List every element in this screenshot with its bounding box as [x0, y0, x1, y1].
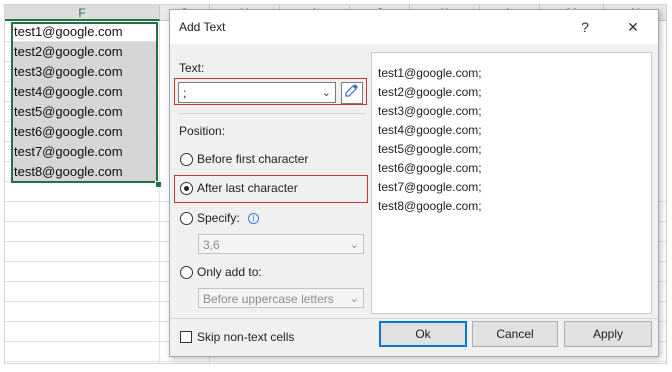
radio-specify[interactable] — [180, 212, 193, 225]
preview-line: test2@google.com; — [378, 85, 482, 99]
preview-pane: test1@google.com; test2@google.com; test… — [371, 52, 652, 314]
preview-line: test4@google.com; — [378, 123, 482, 137]
preview-line: test8@google.com; — [378, 199, 482, 213]
specify-input[interactable]: 3,6 ⌄ — [198, 234, 364, 254]
option-only-label[interactable]: Only add to: — [197, 265, 262, 279]
ok-button[interactable]: Ok — [379, 321, 467, 347]
radio-after[interactable] — [180, 182, 193, 195]
preview-line: test7@google.com; — [378, 180, 482, 194]
cancel-button[interactable]: Cancel — [472, 321, 558, 347]
preview-line: test3@google.com; — [378, 104, 482, 118]
separator — [178, 113, 366, 114]
eyedropper-button[interactable] — [341, 82, 363, 104]
preview-line: test5@google.com; — [378, 142, 482, 156]
preview-line: test6@google.com; — [378, 161, 482, 175]
separator — [170, 318, 658, 319]
specify-value: 3,6 — [203, 238, 220, 252]
skip-non-text-label[interactable]: Skip non-text cells — [197, 330, 294, 344]
option-before-label[interactable]: Before first character — [197, 152, 308, 166]
chevron-down-icon[interactable]: ⌄ — [322, 83, 331, 103]
only-add-select[interactable]: Before uppercase letters ⌄ — [198, 288, 364, 308]
preview-line: test1@google.com; — [378, 66, 482, 80]
text-input-value: ; — [183, 86, 187, 100]
text-input[interactable]: ; ⌄ — [178, 82, 336, 103]
dialog-titlebar[interactable]: Add Text ? ✕ — [170, 10, 658, 44]
fill-handle[interactable] — [155, 181, 162, 188]
chevron-down-icon[interactable]: ⌄ — [350, 235, 359, 255]
position-label: Position: — [179, 124, 226, 138]
chevron-down-icon[interactable]: ⌄ — [350, 289, 359, 309]
selection-border — [11, 22, 158, 183]
dialog-title: Add Text — [179, 20, 226, 34]
skip-non-text-checkbox[interactable] — [180, 331, 192, 343]
info-icon[interactable]: i — [248, 213, 259, 224]
eyedropper-icon — [345, 84, 358, 97]
radio-only[interactable] — [180, 266, 193, 279]
only-add-value: Before uppercase letters — [203, 292, 334, 306]
radio-before[interactable] — [180, 153, 193, 166]
help-button[interactable]: ? — [570, 14, 600, 40]
option-after-label[interactable]: After last character — [197, 181, 298, 195]
text-label: Text: — [179, 61, 205, 75]
option-specify-label[interactable]: Specify: — [197, 211, 240, 225]
column-header-f[interactable]: F — [5, 5, 160, 21]
close-button[interactable]: ✕ — [618, 14, 648, 40]
apply-button[interactable]: Apply — [564, 321, 652, 347]
